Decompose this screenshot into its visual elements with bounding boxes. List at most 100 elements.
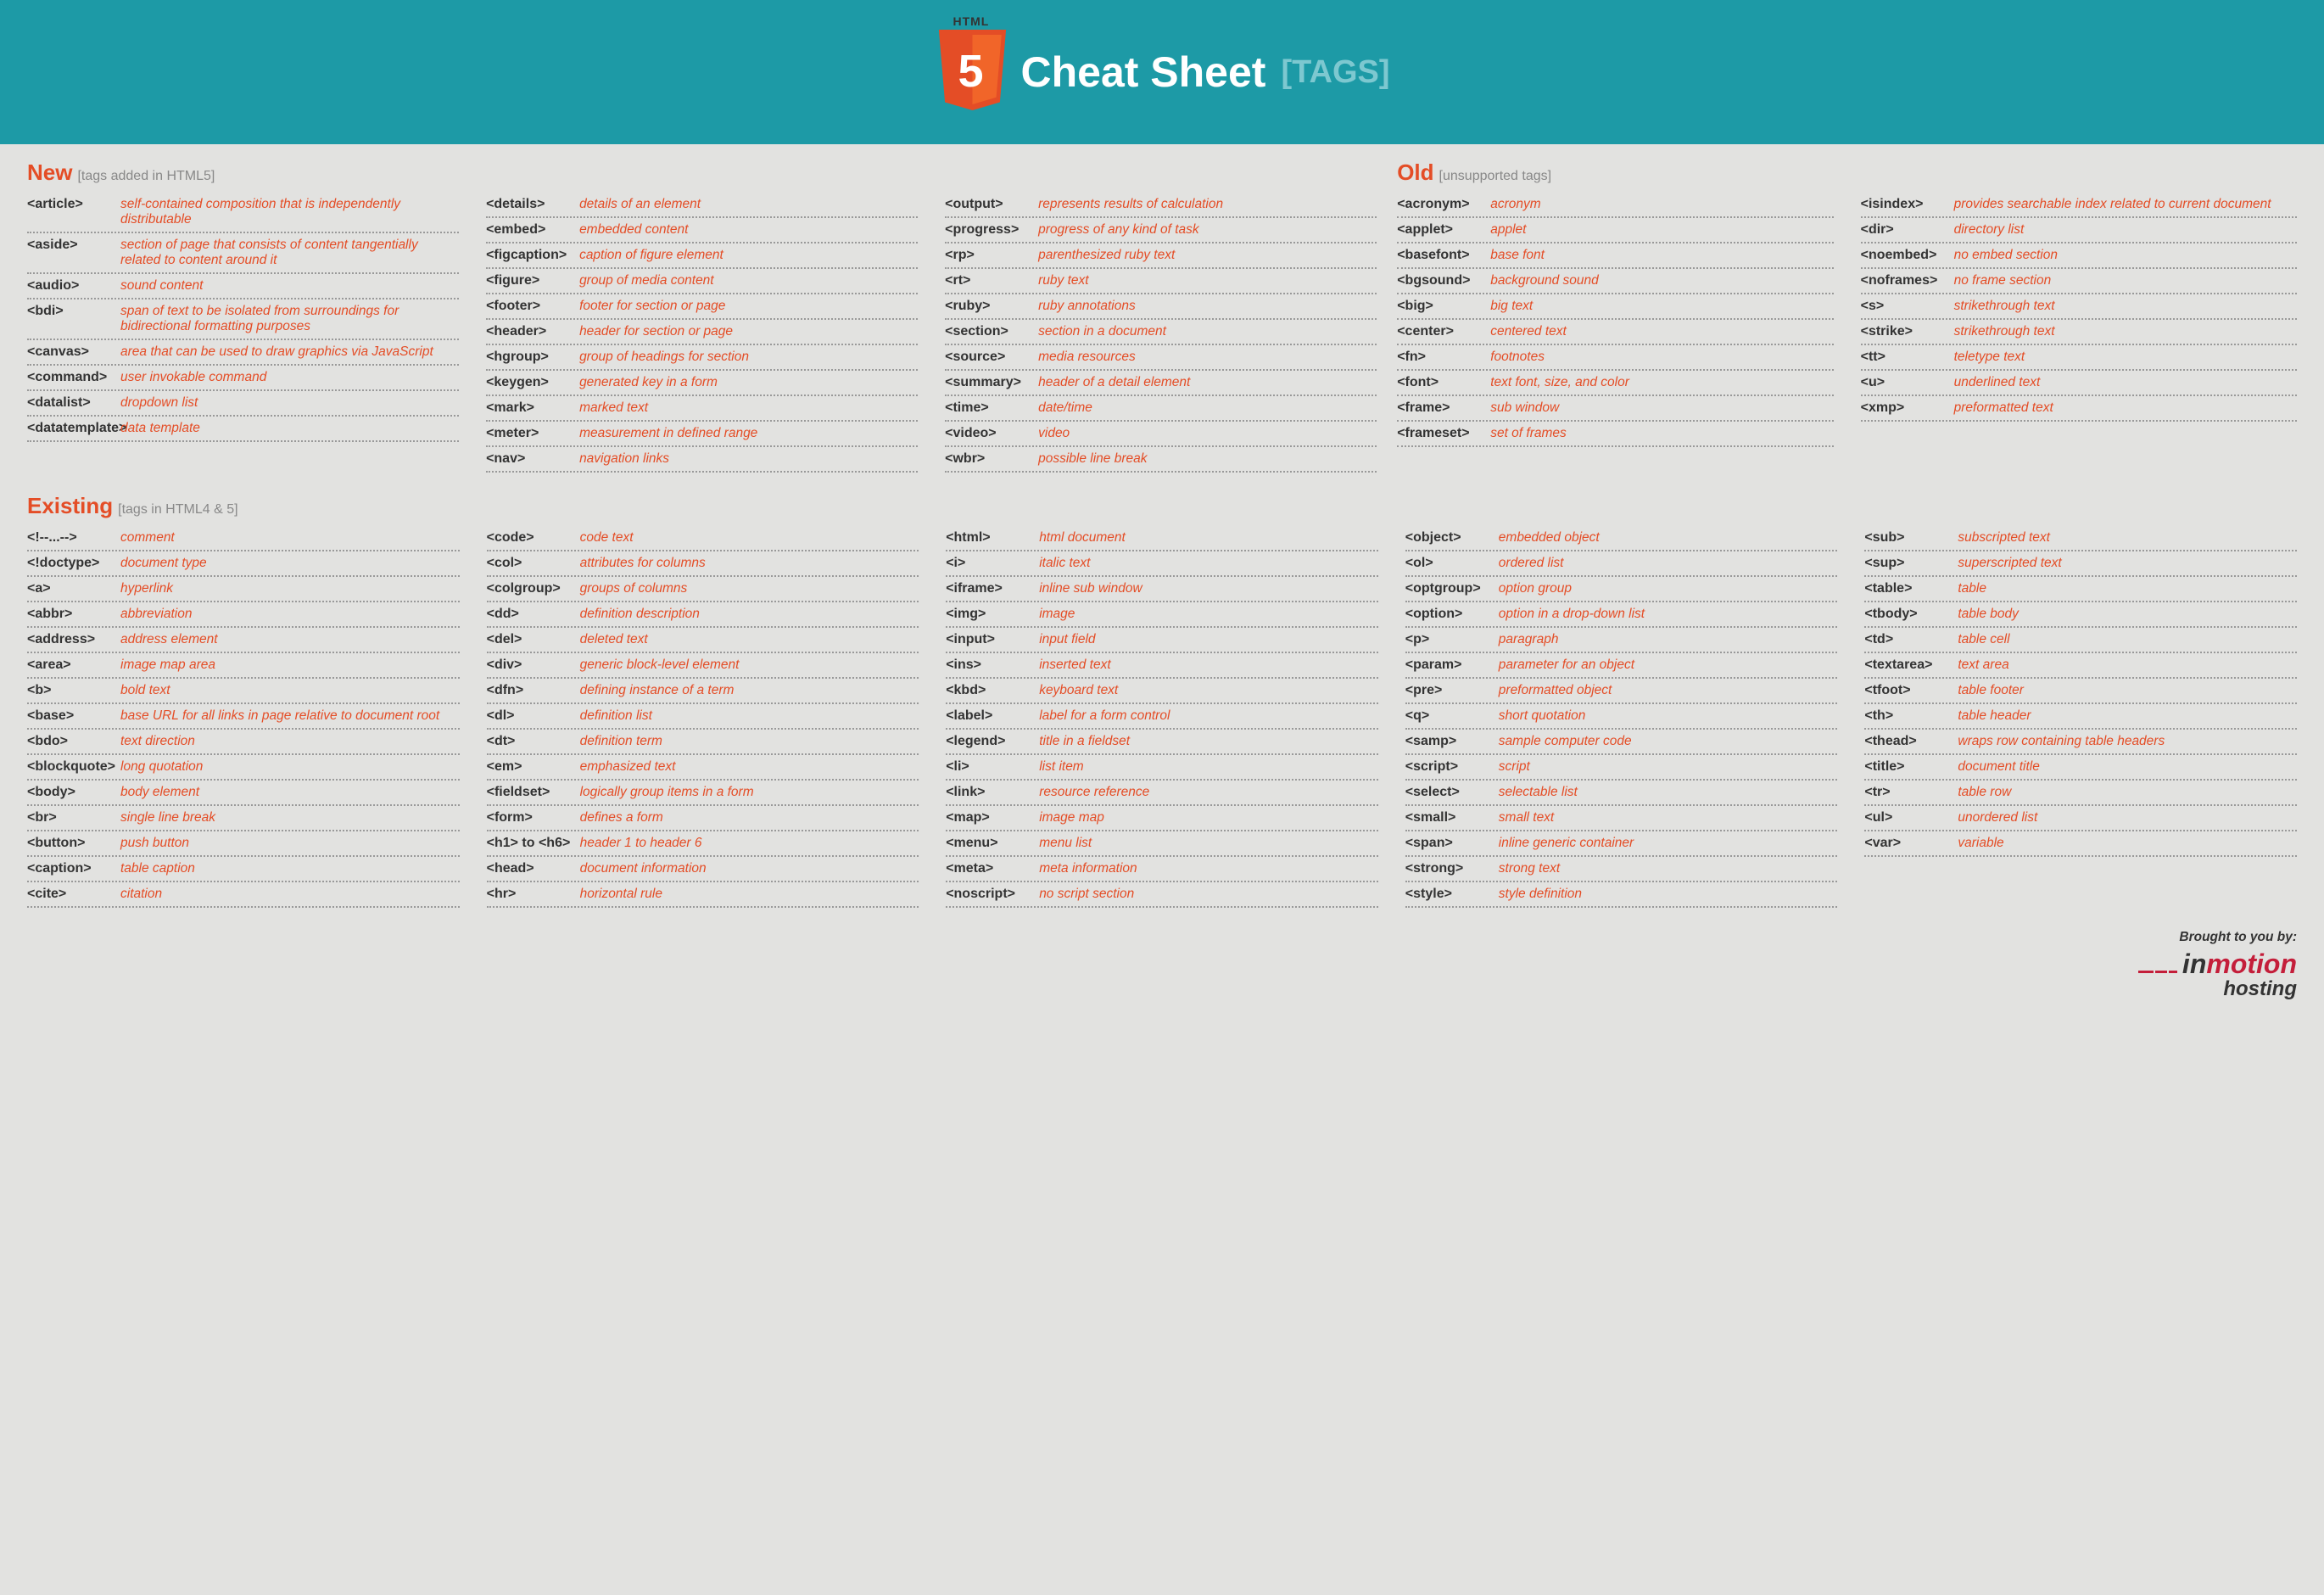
heading-old: Old: [1397, 160, 1433, 185]
tag-name: <meter>: [486, 426, 579, 441]
tag-name: <applet>: [1397, 222, 1490, 238]
tag-row: <header>header for section or page: [486, 320, 918, 345]
tag-desc: text direction: [120, 734, 460, 749]
tag-name: <select>: [1405, 785, 1499, 800]
content: New[tags added in HTML5] <article>self-c…: [0, 144, 2324, 923]
tag-name: <dir>: [1861, 222, 1954, 238]
tag-name: <base>: [27, 708, 120, 724]
tag-name: <br>: [27, 810, 120, 825]
tag-name: <pre>: [1405, 683, 1499, 698]
tag-name: <meta>: [946, 861, 1039, 876]
tag-row: <footer>footer for section or page: [486, 294, 918, 320]
tag-desc: image map area: [120, 658, 460, 673]
tag-name: <ruby>: [945, 299, 1038, 314]
tag-name: <aside>: [27, 238, 120, 253]
tag-name: <menu>: [946, 836, 1039, 851]
tag-name: <small>: [1405, 810, 1499, 825]
tag-desc: definition list: [580, 708, 919, 724]
tag-row: <aside>section of page that consists of …: [27, 233, 459, 274]
tag-desc: span of text to be isolated from surroun…: [120, 304, 459, 334]
tag-row: <meter>measurement in defined range: [486, 422, 918, 447]
tag-name: <command>: [27, 370, 120, 385]
tag-name: <ol>: [1405, 556, 1499, 571]
tag-name: <dd>: [487, 607, 580, 622]
tag-name: <audio>: [27, 278, 120, 294]
tag-row: <map>image map: [946, 806, 1378, 831]
tag-row: <menu>menu list: [946, 831, 1378, 857]
tag-row: <noembed>no embed section: [1861, 243, 2297, 269]
tag-row: <th>table header: [1864, 704, 2297, 730]
tag-row: <article>self-contained composition that…: [27, 193, 459, 233]
tag-row: <dl>definition list: [487, 704, 919, 730]
tag-name: <figcaption>: [486, 248, 579, 263]
tag-desc: option in a drop-down list: [1499, 607, 1838, 622]
tag-desc: bold text: [120, 683, 460, 698]
tag-name: <acronym>: [1397, 197, 1490, 212]
tag-row: <frameset>set of frames: [1397, 422, 1833, 447]
tag-name: <!--...-->: [27, 530, 120, 546]
tag-name: <cite>: [27, 887, 120, 902]
tag-desc: table body: [1958, 607, 2297, 622]
tag-row: <span>inline generic container: [1405, 831, 1838, 857]
tag-desc: preformatted object: [1499, 683, 1838, 698]
tag-name: <code>: [487, 530, 580, 546]
tag-desc: base font: [1490, 248, 1833, 263]
tag-row: <s>strikethrough text: [1861, 294, 2297, 320]
tag-desc: group of headings for section: [579, 350, 918, 365]
tag-row: <pre>preformatted object: [1405, 679, 1838, 704]
tag-row: <datalist>dropdown list: [27, 391, 459, 417]
tag-name: <figure>: [486, 273, 579, 288]
tag-name: <button>: [27, 836, 120, 851]
tag-desc: date/time: [1038, 400, 1377, 416]
tag-desc: groups of columns: [580, 581, 919, 596]
tag-name: <rt>: [945, 273, 1038, 288]
tag-row: <ol>ordered list: [1405, 551, 1838, 577]
tag-row: <script>script: [1405, 755, 1838, 781]
tag-name: <fieldset>: [487, 785, 580, 800]
tag-name: <a>: [27, 581, 120, 596]
tag-desc: embedded object: [1499, 530, 1838, 546]
tag-name: <nav>: [486, 451, 579, 467]
tag-name: <link>: [946, 785, 1039, 800]
tag-name: <legend>: [946, 734, 1039, 749]
tag-name: <rp>: [945, 248, 1038, 263]
tag-name: <details>: [486, 197, 579, 212]
tag-name: <tt>: [1861, 350, 1954, 365]
tag-name: <source>: [945, 350, 1038, 365]
tag-desc: parenthesized ruby text: [1038, 248, 1377, 263]
tag-row: <details>details of an element: [486, 193, 918, 218]
tag-name: <noscript>: [946, 887, 1039, 902]
tag-desc: table row: [1958, 785, 2297, 800]
tag-row: <code>code text: [487, 526, 919, 551]
tag-desc: sub window: [1490, 400, 1833, 416]
tag-desc: details of an element: [579, 197, 918, 212]
tag-name: <canvas>: [27, 344, 120, 360]
tag-name: <progress>: [945, 222, 1038, 238]
tag-name: <wbr>: [945, 451, 1038, 467]
tag-desc: text font, size, and color: [1490, 375, 1833, 390]
tag-row: <frame>sub window: [1397, 396, 1833, 422]
tag-name: <span>: [1405, 836, 1499, 851]
tag-name: <area>: [27, 658, 120, 673]
tag-row: <table>table: [1864, 577, 2297, 602]
tag-row: <big>big text: [1397, 294, 1833, 320]
tag-desc: variable: [1958, 836, 2297, 851]
tag-name: <em>: [487, 759, 580, 775]
tag-row: <tt>teletype text: [1861, 345, 2297, 371]
tag-row: <abbr>abbreviation: [27, 602, 460, 628]
tag-desc: progress of any kind of task: [1038, 222, 1377, 238]
tag-name: <u>: [1861, 375, 1954, 390]
tag-row: <html>html document: [946, 526, 1378, 551]
tag-desc: section of page that consists of content…: [120, 238, 459, 268]
tag-name: <kbd>: [946, 683, 1039, 698]
section-existing: Existing[tags in HTML4 & 5] <!--...-->co…: [27, 493, 2297, 908]
tag-desc: table header: [1958, 708, 2297, 724]
tag-desc: input field: [1039, 632, 1378, 647]
subheading-new: [tags added in HTML5]: [77, 169, 215, 183]
tag-row: <i>italic text: [946, 551, 1378, 577]
tag-desc: provides searchable index related to cur…: [1954, 197, 2297, 212]
tag-name: <head>: [487, 861, 580, 876]
subheading-existing: [tags in HTML4 & 5]: [118, 502, 237, 517]
tag-row: <p>paragraph: [1405, 628, 1838, 653]
tag-desc: user invokable command: [120, 370, 459, 385]
